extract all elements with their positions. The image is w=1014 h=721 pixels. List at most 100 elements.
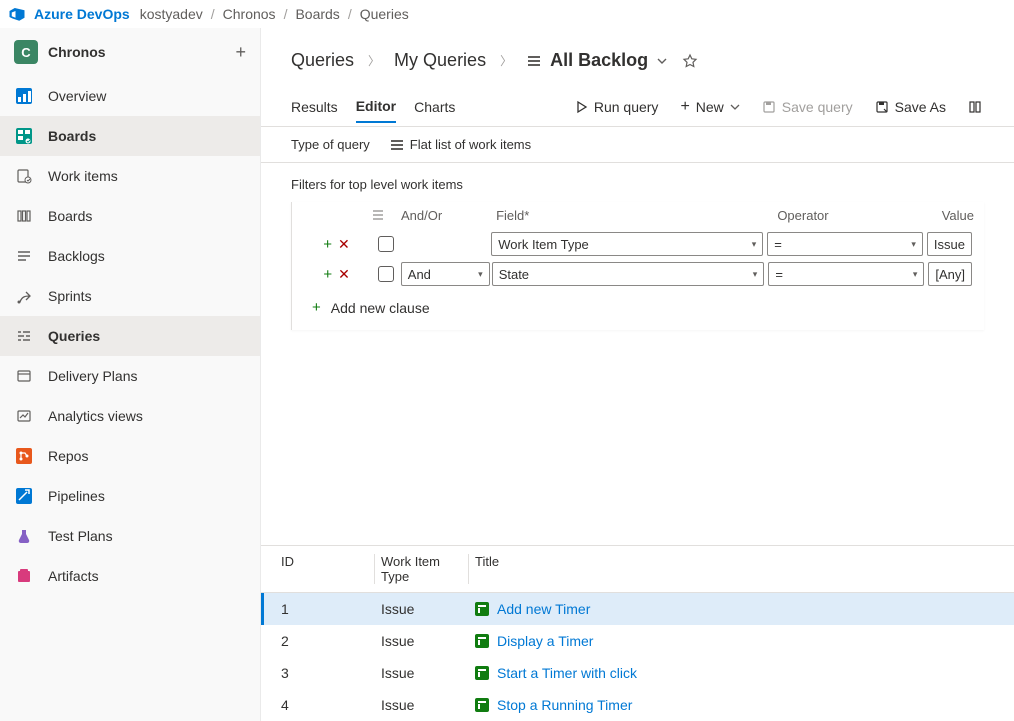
breadcrumb[interactable]: Queries [360,6,409,22]
sidebar-item-backlogs[interactable]: Backlogs [0,236,260,276]
query-type-value[interactable]: Flat list of work items [390,137,531,152]
column-options-button[interactable] [966,96,984,118]
issue-icon [475,602,489,616]
tab-bar: Results Editor Charts Run query + New Sa… [261,87,1014,127]
query-header-row: And/Or Field* Operator Value [292,202,984,229]
brand-label[interactable]: Azure DevOps [34,6,130,22]
result-row[interactable]: 1 Issue Add new Timer [261,593,1014,625]
project-header[interactable]: C Chronos + [0,28,260,76]
sidebar-item-label: Repos [48,448,246,464]
overview-icon [14,86,34,106]
sidebar-item-boards-sub[interactable]: Boards [0,196,260,236]
project-name: Chronos [48,44,235,60]
chevron-down-icon [656,55,668,67]
new-button[interactable]: + New [678,94,741,120]
sidebar-item-repos[interactable]: Repos [0,436,260,476]
add-clause-icon[interactable]: + [323,266,332,283]
chevron-down-icon [730,102,740,112]
sidebar-item-label: Boards [48,128,246,144]
clause-checkbox[interactable] [378,236,394,252]
top-breadcrumb-bar: Azure DevOps kostyadev / Chronos / Board… [0,0,1014,28]
query-clause-row: + ✕ Work Item Type▾ =▾ Issue [292,229,984,259]
plus-icon: + [680,98,689,116]
filters-label: Filters for top level work items [291,177,984,192]
sprints-icon [14,286,34,306]
breadcrumb[interactable]: Chronos [223,6,276,22]
tab-editor[interactable]: Editor [356,90,396,123]
sidebar: C Chronos + Overview Boards Work items B… [0,28,261,721]
sidebar-item-label: Work items [48,168,246,184]
sidebar-item-pipelines[interactable]: Pipelines [0,476,260,516]
sidebar-item-label: Artifacts [48,568,246,584]
sidebar-item-label: Backlogs [48,248,246,264]
andor-dropdown[interactable]: And▾ [401,262,490,286]
remove-clause-icon[interactable]: ✕ [338,266,350,283]
operator-dropdown[interactable]: =▾ [768,262,924,286]
tab-charts[interactable]: Charts [414,91,455,123]
main-content: Queries 〉 My Queries 〉 All Backlog Resul… [261,28,1014,721]
sidebar-item-label: Sprints [48,288,246,304]
work-items-icon [14,166,34,186]
breadcrumb[interactable]: Boards [295,6,339,22]
field-dropdown[interactable]: Work Item Type▾ [491,232,763,256]
result-row[interactable]: 3 Issue Start a Timer with click [261,657,1014,689]
result-row[interactable]: 4 Issue Stop a Running Timer [261,689,1014,721]
sidebar-item-overview[interactable]: Overview [0,76,260,116]
play-icon [574,100,588,114]
project-add-button[interactable]: + [235,42,246,63]
issue-icon [475,634,489,648]
boards-sub-icon [14,206,34,226]
clause-checkbox[interactable] [378,266,394,282]
save-query-button[interactable]: Save query [760,95,855,119]
value-dropdown[interactable]: [Any] [928,262,972,286]
test-plans-icon [14,526,34,546]
sidebar-item-label: Pipelines [48,488,246,504]
path-queries[interactable]: Queries [291,50,354,71]
result-row[interactable]: 2 Issue Display a Timer [261,625,1014,657]
azure-devops-logo-icon [8,5,26,23]
save-as-icon [875,100,889,114]
remove-clause-icon[interactable]: ✕ [338,236,350,253]
sidebar-item-label: Delivery Plans [48,368,246,384]
delivery-plans-icon [14,366,34,386]
column-header-id[interactable]: ID [281,554,375,584]
save-as-button[interactable]: Save As [873,95,948,119]
column-header-title[interactable]: Title [469,554,994,584]
add-new-clause-button[interactable]: + Add new clause [292,289,984,330]
favorite-star-icon[interactable] [682,53,698,69]
column-icon [968,100,982,114]
add-clause-icon[interactable]: + [323,236,332,253]
flat-list-icon [390,138,404,152]
sidebar-item-delivery-plans[interactable]: Delivery Plans [0,356,260,396]
sidebar-item-sprints[interactable]: Sprints [0,276,260,316]
backlogs-icon [14,246,34,266]
sidebar-item-queries[interactable]: Queries [0,316,260,356]
chevron-right-icon: 〉 [500,52,512,69]
path-my-queries[interactable]: My Queries [394,50,486,71]
results-table: ID Work Item Type Title 1 Issue Add new … [261,545,1014,721]
list-icon [371,208,385,222]
query-type-row: Type of query Flat list of work items [261,127,1014,163]
sidebar-item-label: Test Plans [48,528,246,544]
tab-results[interactable]: Results [291,91,338,123]
run-query-button[interactable]: Run query [572,95,661,119]
field-dropdown[interactable]: State▾ [492,262,765,286]
project-avatar: C [14,40,38,64]
results-header: ID Work Item Type Title [261,546,1014,593]
value-dropdown[interactable]: Issue [927,232,972,256]
sidebar-item-work-items[interactable]: Work items [0,156,260,196]
pipelines-icon [14,486,34,506]
sidebar-item-boards[interactable]: Boards [0,116,260,156]
query-path-header: Queries 〉 My Queries 〉 All Backlog [261,28,1014,87]
breadcrumb[interactable]: kostyadev [140,6,203,22]
sidebar-item-analytics-views[interactable]: Analytics views [0,396,260,436]
save-icon [762,100,776,114]
operator-dropdown[interactable]: =▾ [767,232,923,256]
artifacts-icon [14,566,34,586]
query-name-dropdown[interactable]: All Backlog [526,50,668,71]
issue-icon [475,666,489,680]
column-header-type[interactable]: Work Item Type [375,554,469,584]
sidebar-item-artifacts[interactable]: Artifacts [0,556,260,596]
sidebar-item-test-plans[interactable]: Test Plans [0,516,260,556]
flat-list-icon [526,53,542,69]
